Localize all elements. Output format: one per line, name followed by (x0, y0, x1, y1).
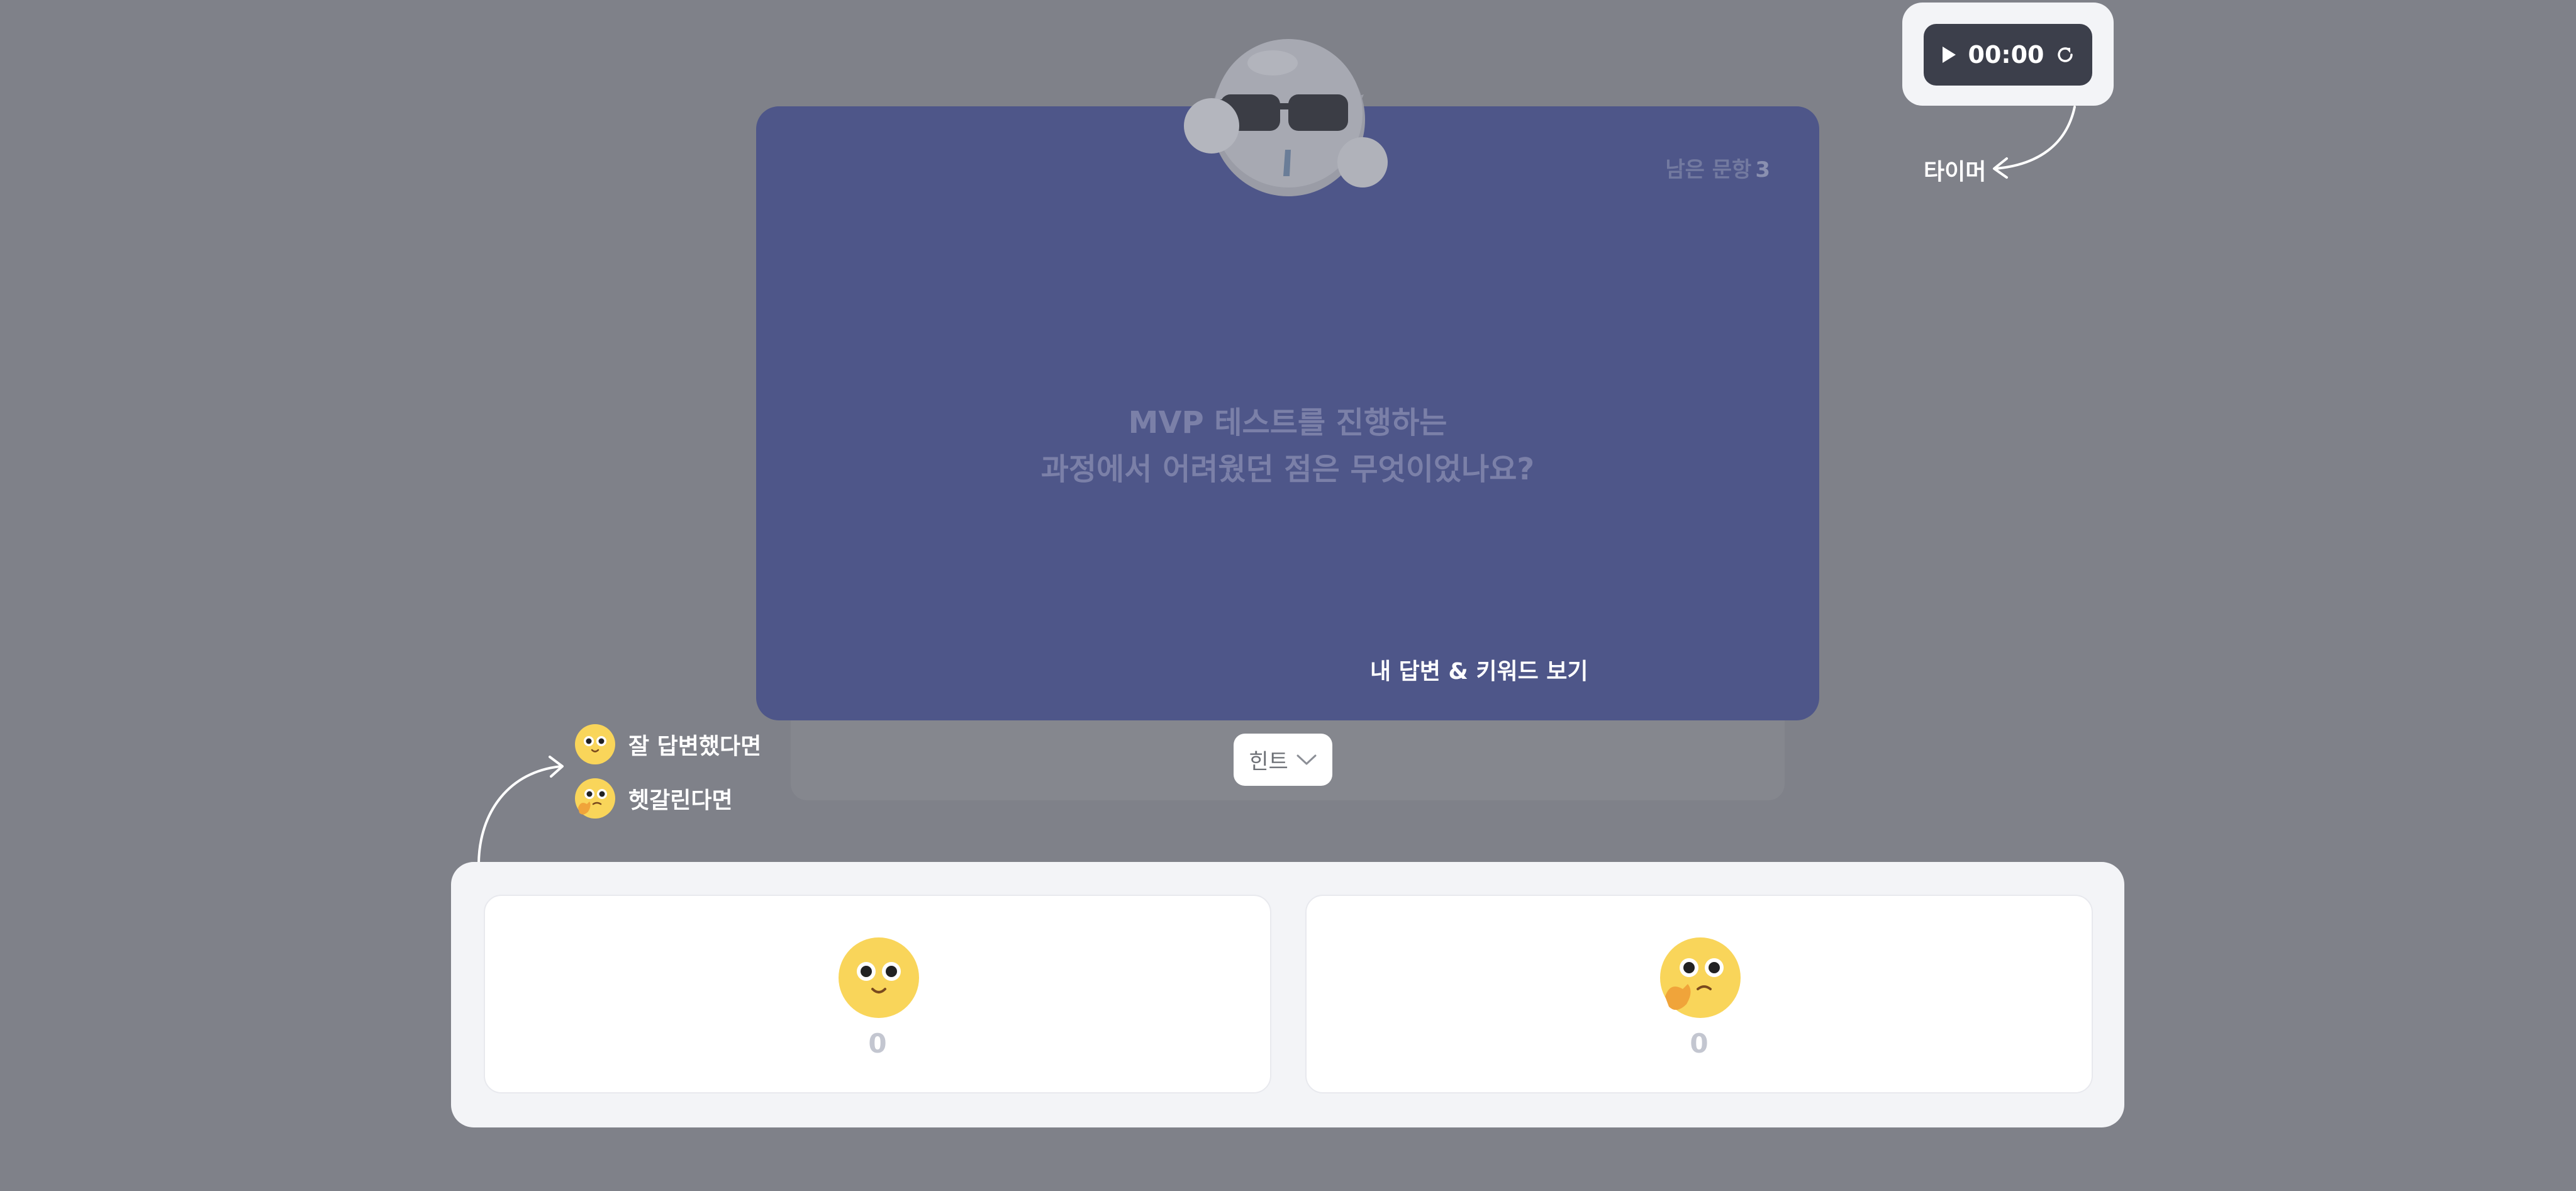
thinking-emoji-icon (1660, 937, 1741, 1018)
refresh-icon[interactable] (2055, 45, 2075, 65)
timer-callout-label: 타이머 (1924, 159, 1987, 185)
question-line-1: MVP 테스트를 진행하는 (1128, 405, 1447, 440)
vote-confused-count: 0 (1690, 1028, 1709, 1059)
timer-widget: 00:00 (1902, 3, 2114, 106)
answer-callout-label: 내 답변 & 키워드 보기 (1370, 659, 1588, 685)
hint-label: 힌트 (1249, 749, 1288, 774)
vote-confused-button[interactable]: 0 (1305, 895, 2093, 1093)
legend-good: 잘 답변했다면 (574, 724, 761, 765)
legend-confused-label: 헷갈린다면 (628, 788, 733, 814)
remaining-questions: 남은 문항 3 (1665, 152, 1770, 183)
chevron-down-icon (1296, 754, 1317, 764)
thinking-emoji-icon (575, 778, 615, 819)
question-text: MVP 테스트를 진행하는 과정에서 어려웠던 점은 무엇이었나요? (756, 400, 1819, 493)
happy-emoji-icon (839, 937, 919, 1018)
play-icon[interactable] (1941, 45, 1957, 64)
timer-control[interactable]: 00:00 (1924, 24, 2092, 86)
vote-panel: 0 0 (451, 862, 2124, 1127)
hint-button[interactable]: 힌트 (1234, 734, 1332, 786)
remaining-count: 3 (1755, 157, 1770, 182)
question-line-2: 과정에서 어려웠던 점은 무엇이었나요? (1040, 452, 1535, 487)
mascot-icon (1184, 39, 1388, 196)
happy-emoji-icon (575, 724, 615, 764)
timer-display: 00:00 (1968, 41, 2044, 69)
vote-good-button[interactable]: 0 (484, 895, 1271, 1093)
legend-good-label: 잘 답변했다면 (628, 734, 762, 759)
remaining-label: 남은 문항 (1665, 157, 1752, 182)
legend-confused: 헷갈린다면 (574, 778, 733, 819)
vote-good-count: 0 (868, 1028, 887, 1059)
